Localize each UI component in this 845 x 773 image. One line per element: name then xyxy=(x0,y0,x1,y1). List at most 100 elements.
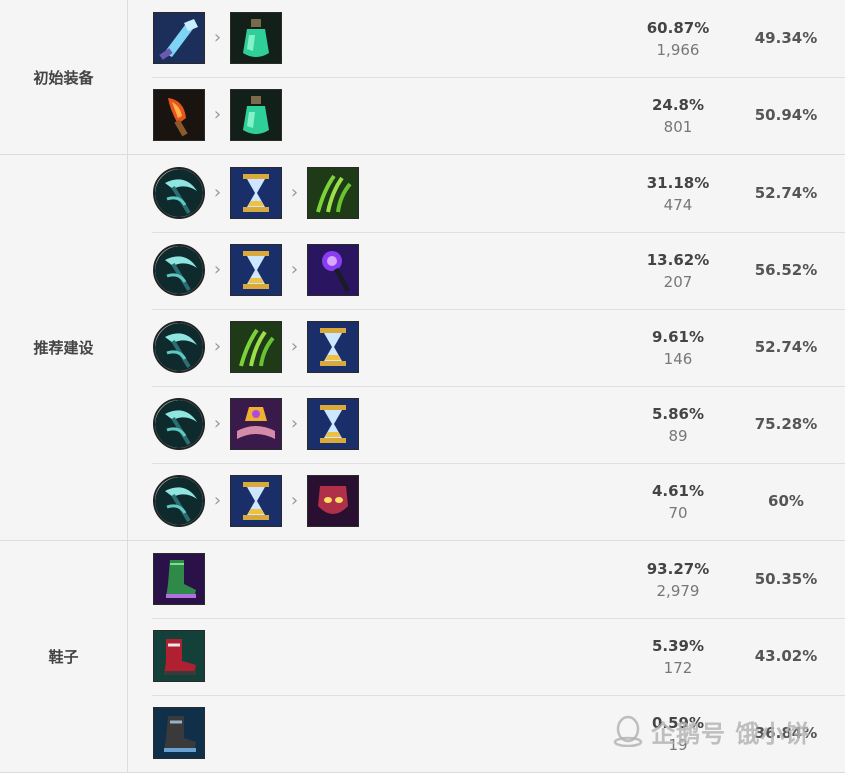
scythe-icon[interactable] xyxy=(153,167,205,219)
green-boots-icon[interactable] xyxy=(153,553,205,605)
penguin-logo-icon xyxy=(613,715,643,747)
win-rate: 49.34% xyxy=(754,29,818,47)
pick-stats: 24.8% 801 xyxy=(628,94,728,138)
chevron-right-icon: › xyxy=(290,259,299,280)
scythe-icon[interactable] xyxy=(153,475,205,527)
game-count: 474 xyxy=(663,196,693,214)
build-section: 初始装备 › 60.87% 1,966 49.34% › 24.8% 801 50.94% xyxy=(0,0,845,155)
win-rate: 52.74% xyxy=(754,184,818,202)
spellbook-icon[interactable] xyxy=(230,398,282,450)
potion-icon[interactable] xyxy=(230,89,282,141)
blade-icon[interactable] xyxy=(153,12,205,64)
build-row[interactable]: › › 4.61% 70 60% xyxy=(128,463,845,540)
void-staff-icon[interactable] xyxy=(307,244,359,296)
chevron-right-icon: › xyxy=(213,413,222,434)
pick-stats: 5.39% 172 xyxy=(628,635,728,679)
pick-rate: 24.8% xyxy=(651,96,705,114)
pick-rate: 31.18% xyxy=(646,174,710,192)
game-count: 146 xyxy=(663,350,693,368)
item-sequence: › › xyxy=(153,321,359,373)
section-label: 推荐建设 xyxy=(0,155,128,540)
build-row[interactable]: › 24.8% 801 50.94% xyxy=(128,77,845,154)
chevron-right-icon: › xyxy=(213,259,222,280)
pick-stats: 60.87% 1,966 xyxy=(628,17,728,61)
hourglass-icon[interactable] xyxy=(230,244,282,296)
chevron-right-icon: › xyxy=(213,336,222,357)
win-rate: 50.35% xyxy=(754,570,818,588)
win-rate: 56.52% xyxy=(754,261,818,279)
chevron-right-icon: › xyxy=(213,104,222,125)
item-sequence: › › xyxy=(153,475,359,527)
pick-stats: 5.86% 89 xyxy=(628,403,728,447)
build-section: 推荐建设 › › 31.18% 474 52.74% › › 13.62% 207 56.52% › ›… xyxy=(0,155,845,541)
build-row[interactable]: › › 5.86% 89 75.28% xyxy=(128,386,845,463)
item-sequence xyxy=(153,707,205,759)
chevron-right-icon: › xyxy=(213,27,222,48)
pick-stats: 13.62% 207 xyxy=(628,249,728,293)
build-row[interactable]: › › 13.62% 207 56.52% xyxy=(128,232,845,309)
pick-rate: 93.27% xyxy=(646,560,710,578)
chevron-right-icon: › xyxy=(290,182,299,203)
pick-stats: 31.18% 474 xyxy=(628,172,728,216)
game-count: 70 xyxy=(668,504,688,522)
pick-rate: 5.39% xyxy=(651,637,705,655)
build-row[interactable]: 93.27% 2,979 50.35% xyxy=(128,541,845,618)
section-rows: › 60.87% 1,966 49.34% › 24.8% 801 50.94% xyxy=(128,0,845,154)
hourglass-icon[interactable] xyxy=(307,321,359,373)
game-count: 2,979 xyxy=(656,582,700,600)
hourglass-icon[interactable] xyxy=(307,398,359,450)
item-sequence: › › xyxy=(153,167,359,219)
ember-knife-icon[interactable] xyxy=(153,89,205,141)
win-rate: 43.02% xyxy=(754,647,818,665)
scythe-icon[interactable] xyxy=(153,244,205,296)
chevron-right-icon: › xyxy=(290,336,299,357)
mask-icon[interactable] xyxy=(307,475,359,527)
claw-icon[interactable] xyxy=(307,167,359,219)
claw-icon[interactable] xyxy=(230,321,282,373)
item-sequence: › xyxy=(153,12,282,64)
section-rows: › › 31.18% 474 52.74% › › 13.62% 207 56.52% › › 9.61… xyxy=(128,155,845,540)
win-rate: 60% xyxy=(768,492,804,510)
chevron-right-icon: › xyxy=(213,490,222,511)
hourglass-icon[interactable] xyxy=(230,167,282,219)
pick-rate: 5.86% xyxy=(651,405,705,423)
build-row[interactable]: › 60.87% 1,966 49.34% xyxy=(128,0,845,77)
chevron-right-icon: › xyxy=(213,182,222,203)
pick-rate: 9.61% xyxy=(651,328,705,346)
scythe-icon[interactable] xyxy=(153,398,205,450)
pick-rate: 60.87% xyxy=(646,19,710,37)
build-row[interactable]: 5.39% 172 43.02% xyxy=(128,618,845,695)
item-sequence xyxy=(153,630,205,682)
steel-boots-icon[interactable] xyxy=(153,707,205,759)
build-row[interactable]: › › 9.61% 146 52.74% xyxy=(128,309,845,386)
item-sequence: › xyxy=(153,89,282,141)
win-rate: 50.94% xyxy=(754,106,818,124)
game-count: 207 xyxy=(663,273,693,291)
scythe-icon[interactable] xyxy=(153,321,205,373)
game-count: 172 xyxy=(663,659,693,677)
pick-stats: 4.61% 70 xyxy=(628,480,728,524)
hourglass-icon[interactable] xyxy=(230,475,282,527)
section-label: 鞋子 xyxy=(0,541,128,772)
game-count: 1,966 xyxy=(656,41,700,59)
watermark-text: 企鹅号 饿小饼 xyxy=(651,719,811,748)
item-sequence xyxy=(153,553,205,605)
watermark: 企鹅号 饿小饼 xyxy=(613,711,810,751)
chevron-right-icon: › xyxy=(290,413,299,434)
win-rate: 75.28% xyxy=(754,415,818,433)
game-count: 801 xyxy=(663,118,693,136)
game-count: 89 xyxy=(668,427,688,445)
item-build-table: 初始装备 › 60.87% 1,966 49.34% › 24.8% 801 50.94% 推荐建… xyxy=(0,0,845,773)
pick-stats: 9.61% 146 xyxy=(628,326,728,370)
chevron-right-icon: › xyxy=(290,490,299,511)
win-rate: 52.74% xyxy=(754,338,818,356)
pick-rate: 13.62% xyxy=(646,251,710,269)
pick-stats: 93.27% 2,979 xyxy=(628,558,728,602)
potion-icon[interactable] xyxy=(230,12,282,64)
build-row[interactable]: › › 31.18% 474 52.74% xyxy=(128,155,845,232)
section-label: 初始装备 xyxy=(0,0,128,154)
item-sequence: › › xyxy=(153,244,359,296)
item-sequence: › › xyxy=(153,398,359,450)
pick-rate: 4.61% xyxy=(651,482,705,500)
red-boots-icon[interactable] xyxy=(153,630,205,682)
